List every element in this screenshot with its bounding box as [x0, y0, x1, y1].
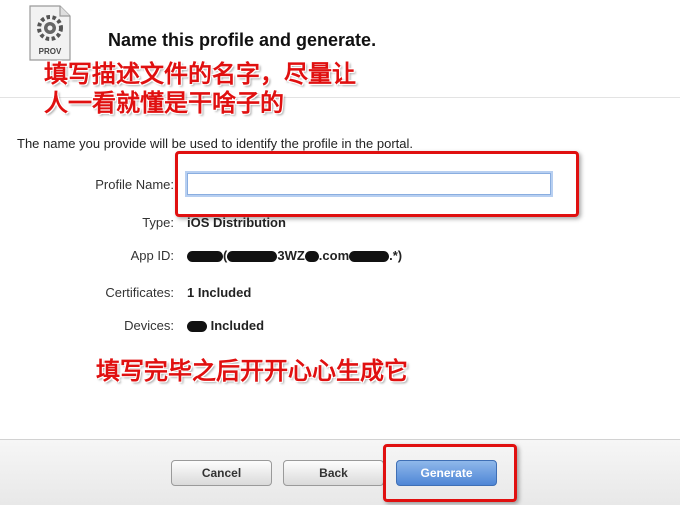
type-value: iOS Distribution: [187, 215, 286, 230]
description-text: The name you provide will be used to ide…: [17, 136, 414, 151]
certificates-label: Certificates:: [105, 285, 174, 300]
devices-label: Devices:: [124, 318, 174, 333]
devices-value-wrap: Included: [187, 318, 264, 333]
app-id-row: App ID: (3WZ .com .*): [0, 248, 680, 268]
redaction-mark: [349, 251, 390, 263]
back-button[interactable]: Back: [283, 460, 384, 486]
redaction-mark: [304, 251, 319, 263]
type-row: Type: iOS Distribution: [0, 215, 680, 235]
provisioning-profile-icon: PROV: [29, 5, 71, 61]
annotation-top: 填写描述文件的名字，尽量让 人一看就懂是干啥子的: [44, 60, 356, 118]
devices-value: Included: [210, 318, 265, 333]
redaction-mark: [227, 251, 278, 263]
app-id-fragment: .*): [389, 248, 403, 263]
profile-name-label: Profile Name:: [95, 177, 174, 192]
prov-label: PROV: [39, 47, 62, 56]
redaction-mark: [187, 321, 207, 333]
annotation-highlight-generate: [383, 444, 517, 502]
certificates-value: 1 Included: [187, 285, 252, 300]
app-id-label: App ID:: [130, 248, 174, 263]
page-title: Name this profile and generate.: [108, 30, 377, 50]
cancel-button[interactable]: Cancel: [171, 460, 272, 486]
app-id-value: (3WZ .com .*): [187, 248, 402, 263]
annotation-top-line1: 填写描述文件的名字，尽量让: [44, 60, 356, 88]
annotation-bottom: 填写完毕之后开开心心生成它: [96, 357, 408, 385]
annotation-highlight-name: [175, 151, 579, 217]
app-id-fragment: 3WZ: [277, 248, 305, 263]
redaction-mark: [187, 251, 223, 263]
annotation-top-line2: 人一看就懂是干啥子的: [44, 89, 284, 117]
app-id-fragment: .com: [318, 248, 350, 263]
certificates-row: Certificates: 1 Included: [0, 285, 680, 305]
devices-row: Devices: Included: [0, 318, 680, 338]
type-label: Type:: [142, 215, 174, 230]
